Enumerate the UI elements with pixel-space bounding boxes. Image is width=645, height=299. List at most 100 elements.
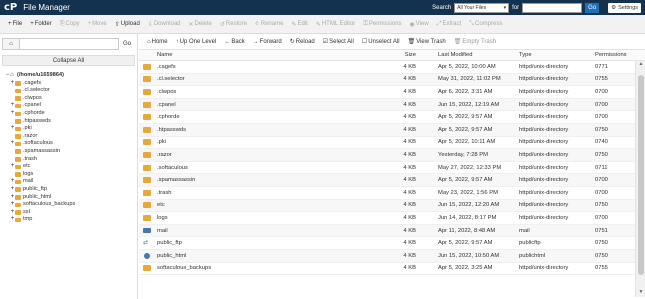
file-name[interactable]: .cphorde xyxy=(157,114,180,120)
modified-column-header[interactable]: Last Modified xyxy=(434,52,519,58)
tree-item[interactable]: .trash xyxy=(0,156,137,164)
file-name[interactable]: .softaculous xyxy=(157,165,188,171)
file-name[interactable]: .cpanel xyxy=(157,102,176,108)
tree-item[interactable]: logs xyxy=(0,171,137,179)
file-name[interactable]: mail xyxy=(157,228,168,234)
file-name[interactable]: .cagefs xyxy=(157,64,176,70)
file-name[interactable]: .cl.selector xyxy=(157,76,185,82)
table-row[interactable]: ⇄ public_ftp 4 KB Apr 5, 2022, 9:57 AM publi… xyxy=(139,237,645,250)
upload-button[interactable]: ⇧ Upload xyxy=(111,21,144,28)
forward-button[interactable]: → Forward xyxy=(249,39,286,45)
file-name[interactable]: softaculous_backups xyxy=(157,265,211,271)
tree-item[interactable]: .htpasswds xyxy=(0,118,137,126)
table-row[interactable]: .cagefs 4 KB Apr 5, 2022, 10:00 AM httpd/un… xyxy=(139,61,645,74)
tree-item[interactable]: + .cpanel xyxy=(0,102,137,110)
size-column-header[interactable]: Size xyxy=(375,52,434,58)
tree-item[interactable]: .spamassassin xyxy=(0,148,137,156)
permissions-cell: 0700 xyxy=(595,177,608,184)
file-name[interactable]: .clwpos xyxy=(157,89,176,95)
html-editor-button[interactable]: ✎ HTML Editor xyxy=(312,21,359,28)
tree-item[interactable]: − ⌂ (/home/u1659864) xyxy=(0,72,137,80)
tree-item[interactable]: + softaculous_backups xyxy=(0,201,137,209)
permissions-button[interactable]: ⚿ Permissions xyxy=(359,21,405,28)
file-name[interactable]: .spamassassin xyxy=(157,177,195,183)
file-name[interactable]: .htpasswds xyxy=(157,127,186,133)
edit-button[interactable]: ✎ Edit xyxy=(287,21,311,28)
search-input[interactable] xyxy=(522,2,583,13)
scroll-thumb[interactable] xyxy=(638,75,644,275)
table-row[interactable]: .htpasswds 4 KB Apr 5, 2022, 9:57 AM httpd/… xyxy=(139,123,645,137)
tree-item[interactable]: + ssl xyxy=(0,209,137,217)
scroll-down-arrow-icon[interactable]: ▼ xyxy=(636,289,645,297)
empty-trash-button[interactable]: 🗑 Empty Trash xyxy=(450,38,500,46)
rename-button[interactable]: ⎀ Rename xyxy=(251,21,288,28)
table-row[interactable]: .spamassassin 4 KB Apr 5, 2022, 9:57 AM htt… xyxy=(139,174,645,187)
delete-button[interactable]: ✕ Delete xyxy=(185,21,216,28)
table-row[interactable]: .razor 4 KB Yesterday, 7:28 PM httpd/unix-d… xyxy=(139,149,645,162)
tree-item[interactable]: + .pki xyxy=(0,125,137,133)
vertical-scrollbar[interactable]: ▲ ▼ xyxy=(635,61,645,297)
collapse-all-button[interactable]: Collapse All xyxy=(2,55,135,66)
file-name[interactable]: etc xyxy=(157,202,165,208)
search-scope-select[interactable]: All Your Files ▾ xyxy=(454,2,510,13)
file-name[interactable]: logs xyxy=(157,215,168,221)
file-name[interactable]: public_html xyxy=(157,253,186,259)
table-row[interactable]: logs 4 KB Jun 14, 2022, 8:17 PM httpd/unix-… xyxy=(139,212,645,225)
settings-button[interactable]: ⚙ Settings xyxy=(608,2,641,13)
restore-button[interactable]: ↺ Restore xyxy=(216,21,251,28)
copy-button[interactable]: ⎘ Copy xyxy=(56,21,84,28)
tree-item[interactable]: + tmp xyxy=(0,216,137,224)
delete-icon: ✕ xyxy=(188,21,194,28)
table-row[interactable]: public_html 4 KB Jun 15, 2022, 10:50 AM pub… xyxy=(139,249,645,263)
new-folder-button[interactable]: + Folder xyxy=(26,21,56,27)
download-button[interactable]: ⇩ Download xyxy=(144,21,185,28)
tree-item[interactable]: + mail xyxy=(0,178,137,186)
up-one-level-button[interactable]: ↑ Up One Level xyxy=(172,39,221,45)
tree-item[interactable]: + public_ftp xyxy=(0,186,137,194)
search-go-button[interactable]: Go xyxy=(585,2,600,13)
table-row[interactable]: mail 4 KB Apr 11, 2022, 8:48 AM mail 0751 xyxy=(139,224,645,238)
select-all-button[interactable]: ☑ Select All xyxy=(319,38,358,46)
path-input[interactable] xyxy=(20,38,119,50)
tree-item[interactable]: + .cphorde xyxy=(0,110,137,118)
file-name[interactable]: .razor xyxy=(157,152,172,158)
table-row[interactable]: .softaculous 4 KB May 27, 2022, 12:33 PM ht… xyxy=(139,162,645,175)
compress-button[interactable]: ⤡ Compress xyxy=(465,21,506,28)
table-row[interactable]: etc 4 KB Jun 15, 2022, 12:20 AM httpd/unix-… xyxy=(139,199,645,213)
permissions-cell: 0751 xyxy=(595,227,608,234)
scroll-up-arrow-icon[interactable]: ▲ xyxy=(636,61,645,69)
table-row[interactable]: .cpanel 4 KB Jun 15, 2022, 12:19 AM httpd/u… xyxy=(139,98,645,112)
name-column-header[interactable]: Name xyxy=(139,52,375,58)
cpanel-logo[interactable]: cP xyxy=(4,2,17,13)
unselect-all-button[interactable]: ☐ Unselect All xyxy=(358,38,404,46)
view-button[interactable]: ◉ View xyxy=(406,21,433,28)
view-trash-button[interactable]: 🗑 View Trash xyxy=(404,38,450,46)
path-go-button[interactable]: Go xyxy=(119,38,135,50)
permissions-column-header[interactable]: Permissions xyxy=(595,52,635,58)
table-row[interactable]: .pki 4 KB Apr 5, 2022, 10:11 AM httpd/unix-… xyxy=(139,137,645,150)
download-icon: ⇩ xyxy=(147,21,153,28)
tree-item[interactable]: + .softaculous xyxy=(0,140,137,148)
reload-button[interactable]: ↻ Reload xyxy=(286,38,319,46)
table-row[interactable]: .trash 4 KB May 23, 2022, 1:56 PM httpd/uni… xyxy=(139,187,645,200)
file-name[interactable]: .trash xyxy=(157,190,172,196)
back-button[interactable]: ← Back xyxy=(220,39,248,45)
tree-item[interactable]: .cl.selector xyxy=(0,87,137,95)
tree-item[interactable]: .clwpos xyxy=(0,95,137,103)
table-row[interactable]: .clwpos 4 KB Apr 6, 2022, 3:31 AM httpd/uni… xyxy=(139,86,645,99)
table-row[interactable]: softaculous_backups 4 KB Apr 5, 2022, 3:25… xyxy=(139,263,645,276)
tree-item[interactable]: + public_html xyxy=(0,194,137,202)
extract-button[interactable]: ⤢ Extract xyxy=(433,21,465,28)
home-nav-button[interactable]: ⌂ Home xyxy=(143,39,172,45)
new-file-button[interactable]: + File xyxy=(4,21,26,27)
tree-item[interactable]: + etc xyxy=(0,163,137,171)
file-name[interactable]: .pki xyxy=(157,139,166,145)
tree-item[interactable]: + .cagefs xyxy=(0,80,137,88)
tree-item[interactable]: .razor xyxy=(0,133,137,141)
table-row[interactable]: .cphorde 4 KB Apr 5, 2022, 9:57 AM httpd/un… xyxy=(139,111,645,124)
file-name[interactable]: public_ftp xyxy=(157,240,182,246)
type-column-header[interactable]: Type xyxy=(519,52,595,58)
table-row[interactable]: .cl.selector 4 KB May 31, 2022, 11:02 PM ht… xyxy=(139,73,645,87)
move-button[interactable]: + Move xyxy=(84,21,111,27)
home-icon[interactable]: ⌂ xyxy=(2,38,20,50)
